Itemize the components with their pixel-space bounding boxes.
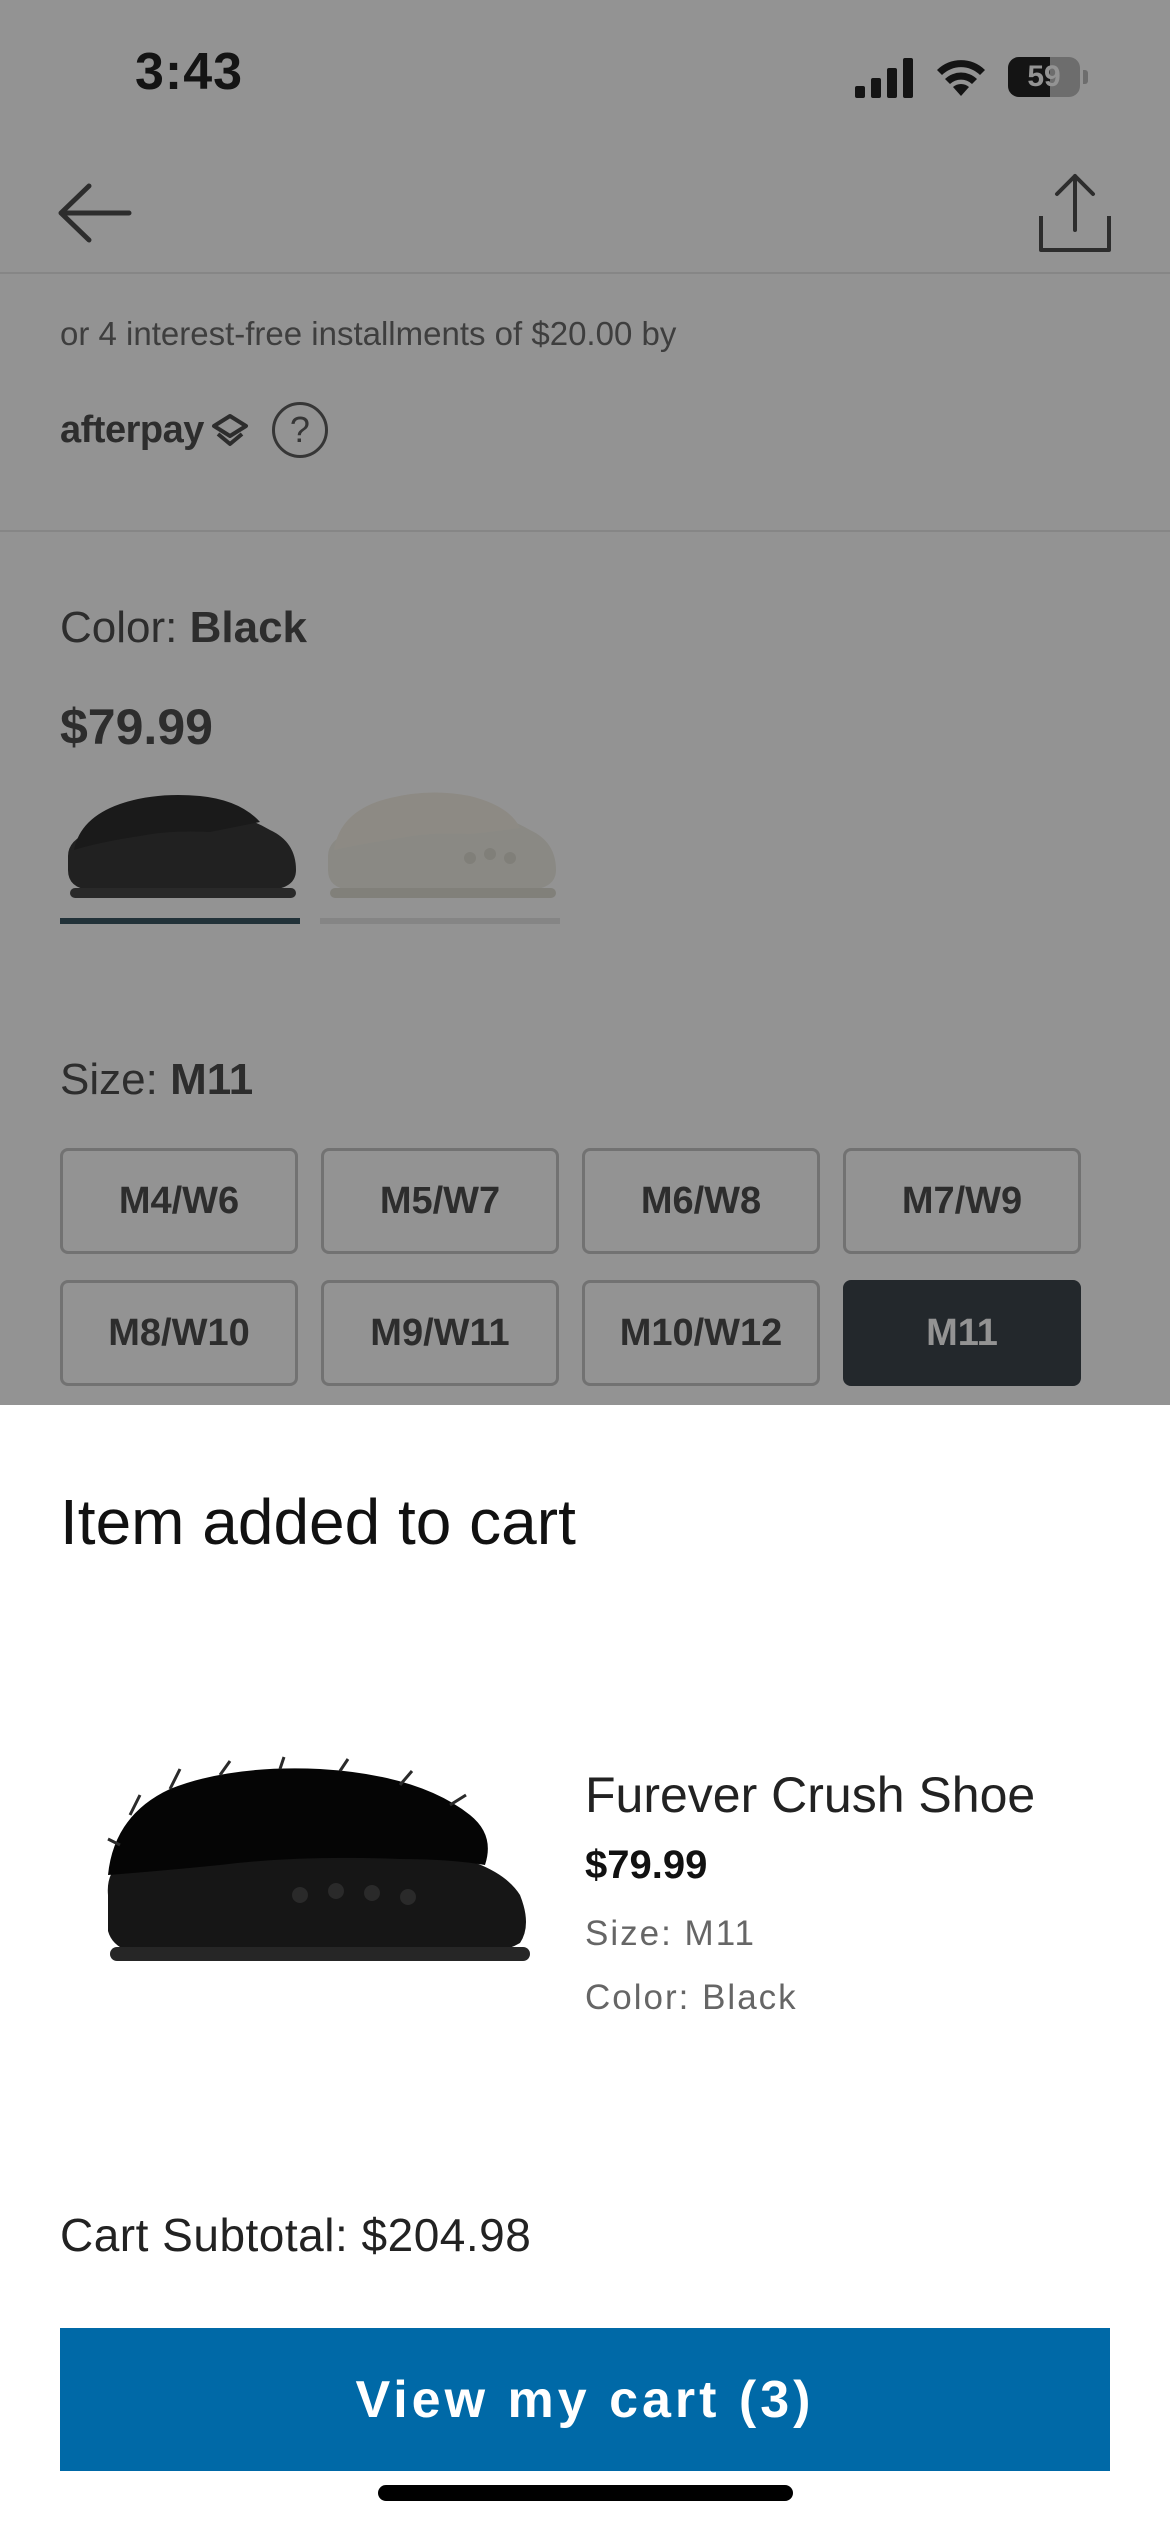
product-color: Color: Black: [585, 1978, 798, 2017]
product-price-sheet: $79.99: [585, 1843, 708, 1887]
close-icon[interactable]: [1005, 1490, 1085, 1570]
home-indicator: [378, 2485, 793, 2501]
view-cart-button[interactable]: View my cart (3): [60, 2328, 1110, 2471]
product-name: Furever Crush Shoe: [585, 1767, 1036, 1823]
product-size: Size: M11: [585, 1914, 757, 1953]
sheet-title: Item added to cart: [60, 1486, 576, 1558]
product-image: [107, 1756, 530, 1961]
product-info: Furever Crush Shoe $79.99 Size: M11 Colo…: [585, 1765, 1125, 2018]
added-to-cart-sheet: Item added to cart Furever Crush Shoe $7…: [0, 1405, 1170, 2532]
cart-subtotal: Cart Subtotal: $204.98: [60, 2209, 532, 2261]
modal-backdrop[interactable]: [0, 0, 1170, 1405]
